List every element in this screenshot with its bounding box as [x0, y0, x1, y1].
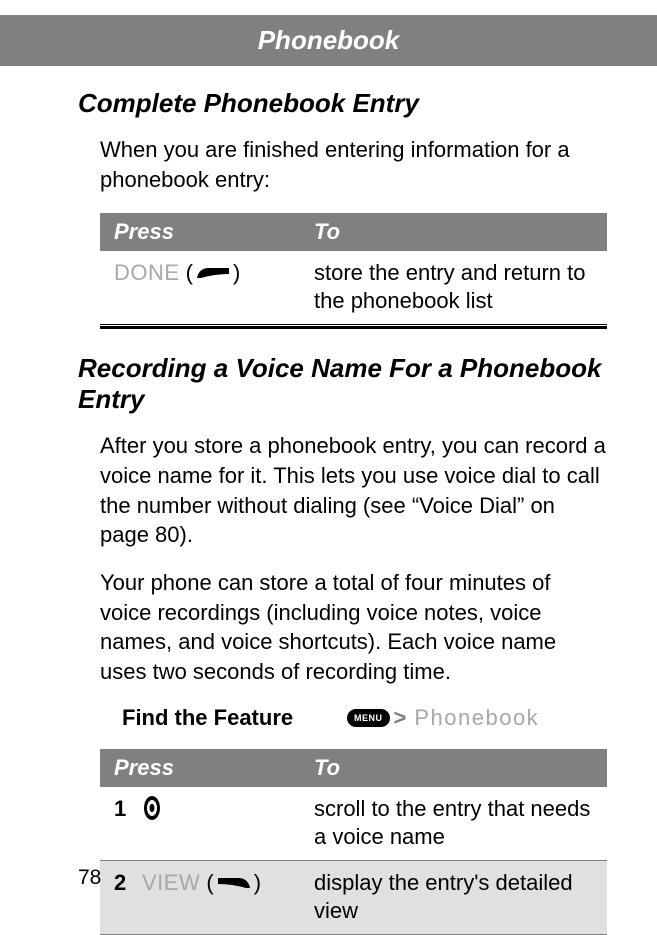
section2-para2: Your phone can store a total of four min…	[100, 568, 607, 687]
table2-row0-desc: scroll to the entry that needs a voice n…	[314, 795, 593, 852]
paren-open: (	[180, 259, 193, 288]
page-header-title: Phonebook	[258, 25, 400, 55]
breadcrumb-separator: >	[394, 705, 407, 731]
table1-header: Press To	[100, 213, 607, 251]
table1-header-to: To	[314, 219, 593, 245]
section2-para1: After you store a phonebook entry, you c…	[100, 431, 607, 550]
step-number-1: 1	[114, 795, 128, 824]
table-row: DONE ( ) store the entry and return to t…	[100, 251, 607, 324]
step-number-2: 2	[114, 869, 128, 898]
page-content: Complete Phonebook Entry When you are fi…	[0, 66, 657, 935]
table2-row1-press: 2 VIEW ( )	[114, 869, 314, 926]
table-row: 2 VIEW ( ) display the entry's detailed …	[100, 861, 607, 934]
table2-header: Press To	[100, 749, 607, 787]
scroll-nav-icon	[142, 795, 162, 829]
view-button-label: VIEW	[142, 869, 200, 898]
done-button-label: DONE	[114, 259, 180, 288]
table2-row0-press: 1	[114, 795, 314, 852]
section1-title: Complete Phonebook Entry	[78, 88, 607, 119]
page-header: Phonebook	[0, 15, 657, 66]
section1-intro: When you are finished entering informati…	[100, 135, 607, 194]
paren-close-2: )	[254, 869, 261, 898]
breadcrumb-phonebook: Phonebook	[414, 705, 539, 731]
page-number: 78	[78, 866, 101, 890]
section2-title: Recording a Voice Name For a Phonebook E…	[78, 353, 607, 415]
find-feature-label: Find the Feature	[122, 705, 347, 731]
soft-key-left-icon	[195, 259, 231, 288]
table2-header-press: Press	[114, 755, 314, 781]
table2-row1-desc: display the entry's detailed view	[314, 869, 593, 926]
table-row: 1 scroll to the entry that needs a voice…	[100, 787, 607, 860]
find-feature-row: Find the Feature MENU > Phonebook	[122, 705, 607, 731]
table1-header-press: Press	[114, 219, 314, 245]
table1-row0-desc: store the entry and return to the phoneb…	[314, 259, 593, 316]
paren-close: )	[233, 259, 240, 288]
menu-button-icon: MENU	[347, 709, 390, 727]
table1-row0-press: DONE ( )	[114, 259, 314, 316]
paren-open-2: (	[200, 869, 213, 898]
soft-key-right-icon	[216, 869, 252, 898]
table2-header-to: To	[314, 755, 593, 781]
table1-end-rule	[100, 324, 607, 329]
